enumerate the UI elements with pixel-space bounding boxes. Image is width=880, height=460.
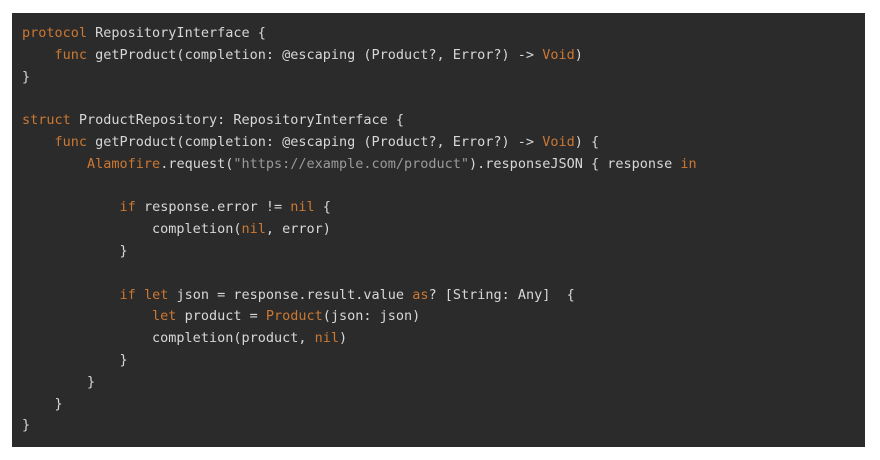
keyword-token: let: [143, 286, 169, 303]
code-token: ): [339, 330, 348, 347]
code-token: product =: [176, 308, 266, 325]
code-line: if let json = response.result.value as? …: [12, 285, 865, 307]
indentation: [22, 287, 120, 303]
code-token: json = response.result.value: [168, 286, 413, 303]
indentation: [22, 134, 55, 150]
code-token: ): [574, 46, 583, 63]
code-lines: protocol RepositoryInterface { func getP…: [12, 23, 865, 437]
keyword-token: Void: [542, 46, 575, 63]
indentation: [22, 199, 120, 215]
indentation: [22, 330, 152, 346]
keyword-token: as: [412, 286, 429, 303]
keyword-token: in: [680, 155, 697, 172]
keyword-token: struct: [22, 112, 71, 129]
code-token: }: [22, 68, 31, 85]
code-token: }: [87, 373, 96, 390]
indentation: [22, 352, 120, 368]
code-token: }: [119, 242, 128, 259]
code-token: }: [54, 395, 63, 412]
code-line: let product = Product(json: json): [12, 306, 865, 328]
indentation: [22, 243, 120, 259]
code-line: func getProduct(completion: @escaping (P…: [12, 45, 865, 67]
code-line: struct ProductRepository: RepositoryInte…: [12, 110, 865, 132]
code-token: ? [String: Any] {: [428, 286, 575, 303]
code-line: }: [12, 350, 865, 372]
code-token: , error): [265, 221, 331, 238]
code-line: }: [12, 67, 865, 89]
code-token: response.error !=: [135, 199, 291, 216]
indentation: [22, 396, 55, 412]
code-token: }: [22, 417, 31, 434]
code-token: RepositoryInterface {: [87, 25, 266, 41]
code-token: .request(: [160, 155, 234, 172]
code-line: if response.error != nil {: [12, 197, 865, 219]
code-line: completion(nil, error): [12, 219, 865, 241]
keyword-token: func: [54, 46, 88, 63]
code-editor[interactable]: protocol RepositoryInterface { func getP…: [12, 13, 865, 447]
code-line: completion(product, nil): [12, 328, 865, 350]
keyword-token: let: [152, 308, 177, 325]
code-line: }: [12, 241, 865, 263]
keyword-token: nil: [314, 330, 339, 347]
code-line: }: [12, 415, 865, 437]
indentation: [22, 221, 152, 237]
code-line: }: [12, 372, 865, 394]
code-token: ) {: [574, 133, 600, 150]
code-line: protocol RepositoryInterface {: [12, 23, 865, 45]
keyword-token: Product: [265, 308, 323, 325]
indentation: [22, 156, 87, 172]
indentation: [22, 47, 55, 63]
code-token: }: [119, 351, 128, 368]
code-line: func getProduct(completion: @escaping (P…: [12, 132, 865, 154]
keyword-token: nil: [241, 221, 266, 238]
keyword-token: if: [119, 286, 136, 303]
string-token: "https://example.com/product": [233, 155, 470, 172]
keyword-token: if: [119, 199, 136, 216]
code-token: getProduct(completion: @escaping (Produc…: [87, 133, 543, 150]
code-line: }: [12, 394, 865, 416]
keyword-token: protocol: [22, 25, 88, 41]
indentation: [22, 374, 87, 390]
code-token: getProduct(completion: @escaping (Produc…: [87, 46, 543, 63]
code-line: Alamofire.request("https://example.com/p…: [12, 154, 865, 176]
code-token: {: [314, 199, 331, 216]
keyword-token: nil: [290, 199, 315, 216]
keyword-token: Void: [542, 133, 575, 150]
code-token: completion(: [152, 221, 242, 238]
code-token: ProductRepository: RepositoryInterface {: [70, 112, 405, 129]
code-token: (json: json): [322, 308, 421, 325]
keyword-token: func: [54, 133, 88, 150]
code-token: completion(product,: [152, 330, 315, 347]
code-token: ).responseJSON { response: [469, 155, 681, 172]
indentation: [22, 308, 152, 324]
keyword-token: Alamofire: [87, 155, 161, 172]
